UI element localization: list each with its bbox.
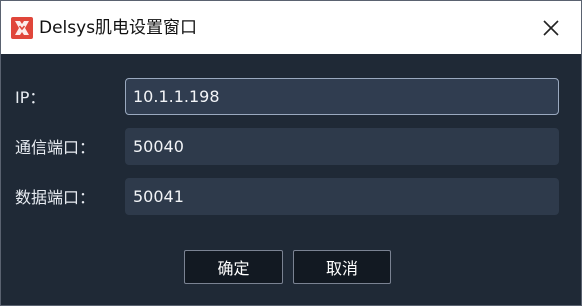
data-port-label: 数据端口： bbox=[15, 188, 96, 207]
close-button[interactable] bbox=[530, 9, 572, 47]
settings-dialog: Delsys肌电设置窗口 IP： 通信端口： 数据端口： 确定 取消 bbox=[0, 0, 582, 306]
comm-port-label: 通信端口： bbox=[15, 138, 96, 157]
ip-label: IP： bbox=[15, 88, 46, 107]
data-port-input[interactable] bbox=[125, 178, 559, 215]
title-bar: Delsys肌电设置窗口 bbox=[1, 1, 581, 54]
close-icon bbox=[543, 20, 559, 36]
dialog-body: IP： 通信端口： 数据端口： 确定 取消 bbox=[1, 54, 581, 305]
cancel-button[interactable]: 取消 bbox=[293, 250, 391, 284]
ip-input[interactable] bbox=[125, 78, 559, 115]
delsys-logo-icon bbox=[11, 17, 33, 39]
comm-port-input[interactable] bbox=[125, 128, 559, 165]
window-title: Delsys肌电设置窗口 bbox=[39, 18, 198, 38]
ok-button[interactable]: 确定 bbox=[184, 250, 283, 284]
